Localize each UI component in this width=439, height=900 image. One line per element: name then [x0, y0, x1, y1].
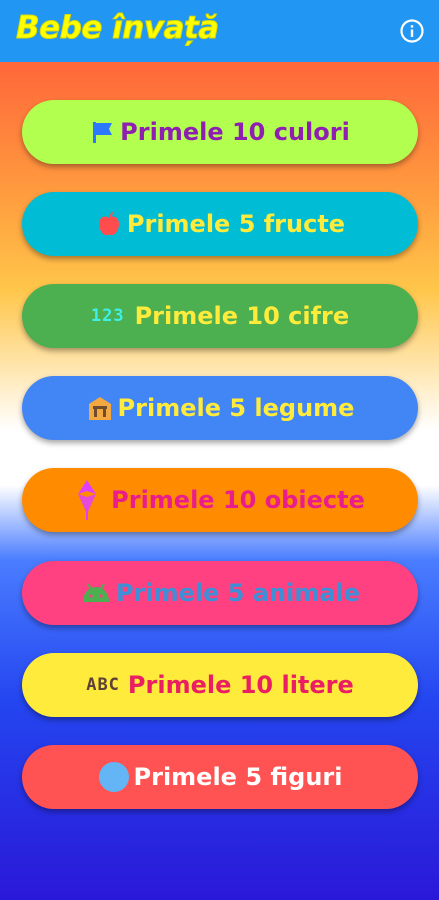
menu-button-label: Primele 10 litere	[127, 671, 354, 699]
android-icon	[80, 582, 112, 604]
menu-button-label: Primele 10 obiecte	[111, 486, 365, 514]
menu-button-animale[interactable]: Primele 5 animale	[22, 561, 418, 625]
menu-button-litere[interactable]: ABC Primele 10 litere	[22, 653, 418, 717]
menu-button-culori[interactable]: Primele 10 culori	[22, 100, 418, 164]
menu-button-label: Primele 5 animale	[115, 579, 361, 607]
circle-icon	[98, 761, 130, 793]
store-icon	[86, 394, 114, 422]
apple-icon	[95, 210, 123, 238]
menu-button-legume[interactable]: Primele 5 legume	[22, 376, 418, 440]
abc-icon: ABC	[86, 675, 120, 695]
menu-button-label: Primele 5 legume	[117, 394, 355, 422]
app-title: Bebe învață	[16, 10, 220, 47]
menu-button-label: Primele 10 cifre	[134, 302, 350, 330]
numbers-icon: 123	[90, 306, 125, 326]
app-bar: Bebe învață	[0, 0, 439, 62]
menu-button-fructe[interactable]: Primele 5 fructe	[22, 192, 418, 256]
info-icon[interactable]	[399, 18, 425, 44]
menu-button-label: Primele 10 culori	[120, 118, 350, 146]
menu-button-cifre[interactable]: 123 Primele 10 cifre	[22, 284, 418, 348]
flag-icon	[90, 120, 116, 144]
menu-button-label: Primele 5 figuri	[133, 763, 343, 791]
menu-button-figuri[interactable]: Primele 5 figuri	[22, 745, 418, 809]
umbrella-icon	[75, 478, 99, 522]
menu-button-label: Primele 5 fructe	[126, 210, 346, 238]
menu-button-obiecte[interactable]: Primele 10 obiecte	[22, 468, 418, 532]
